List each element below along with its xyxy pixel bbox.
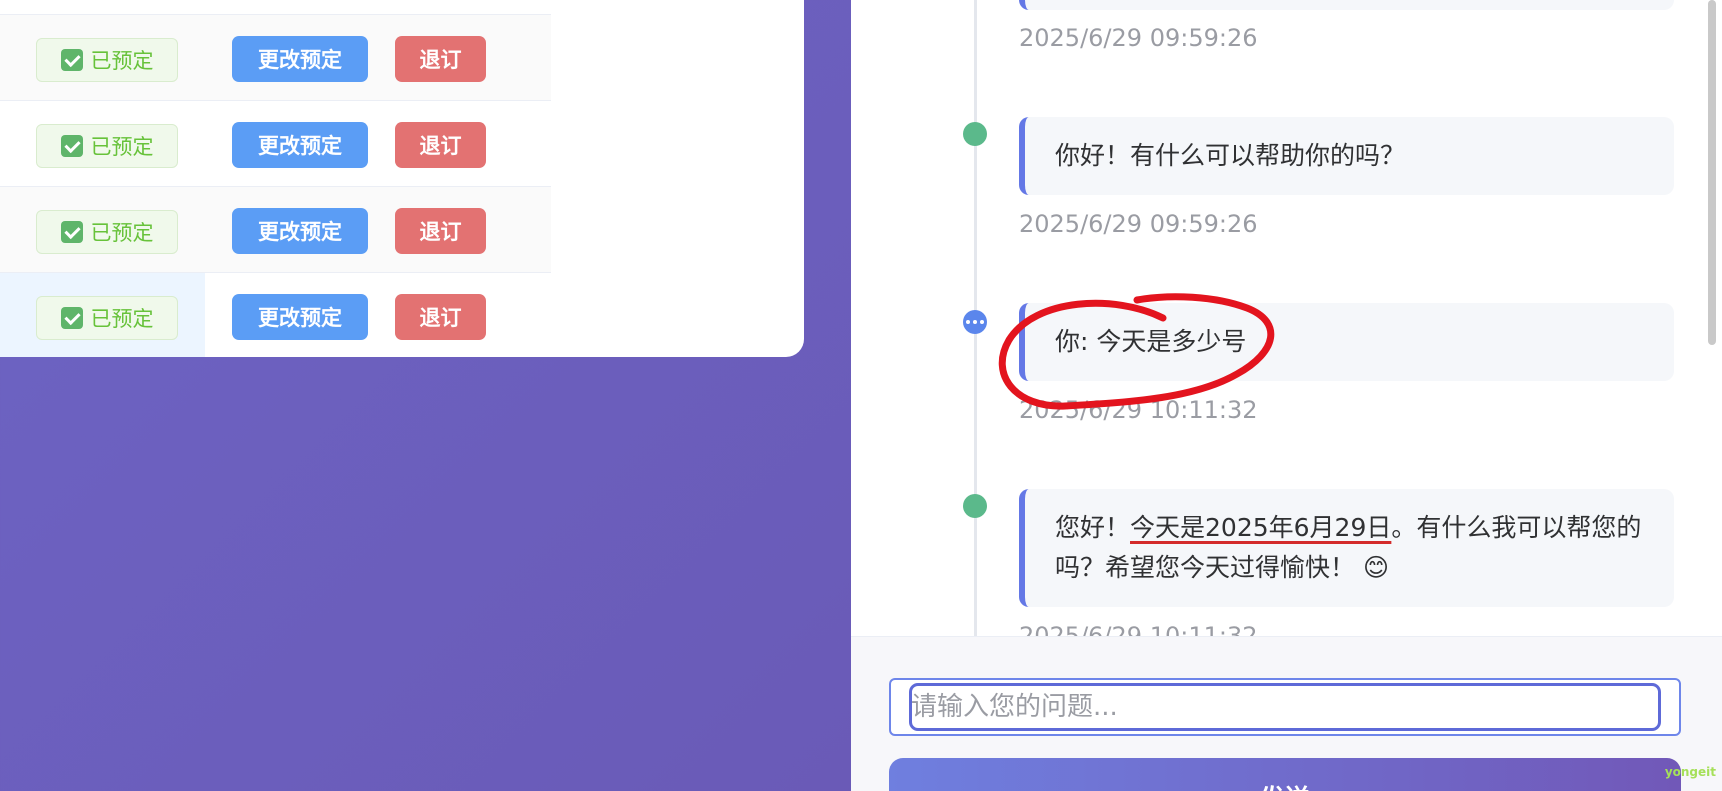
checkbox-checked-icon	[60, 135, 83, 157]
booking-table-body: 已预定 更改预定 退订 已预定 更改预定 退订 已预定 更改预定 退订 已预定	[0, 14, 551, 357]
chat-input-area: 发送	[851, 636, 1722, 791]
chat-scrollbar[interactable]	[1708, 0, 1716, 345]
message-text-prefix: 您好！	[1055, 513, 1131, 542]
message-bubble	[1019, 0, 1674, 10]
table-row: 已预定 更改预定 退订	[0, 100, 551, 186]
change-booking-button[interactable]: 更改预定	[232, 208, 368, 254]
status-badge: 已预定	[36, 210, 178, 254]
chat-input[interactable]	[889, 678, 1681, 736]
table-row: 已预定 更改预定 退订	[0, 14, 551, 100]
message-text-highlight: 今天是2025年6月29日	[1130, 513, 1392, 542]
change-booking-button[interactable]: 更改预定	[232, 122, 368, 168]
status-label: 已预定	[90, 135, 154, 159]
message-bubble: 你: 今天是多少号	[1019, 303, 1674, 381]
status-label: 已预定	[90, 307, 154, 331]
checkbox-checked-icon	[60, 49, 83, 71]
message-bubble: 你好！有什么可以帮助你的吗？	[1019, 117, 1674, 195]
message-timestamp: 2025/6/29 09:59:26	[1019, 24, 1258, 52]
change-booking-button[interactable]: 更改预定	[232, 294, 368, 340]
table-row: 已预定 更改预定 退订	[0, 186, 551, 272]
table-row: 已预定 更改预定 退订	[0, 272, 551, 357]
status-label: 已预定	[90, 221, 154, 245]
message-text: 你好！有什么可以帮助你的吗？	[1055, 141, 1406, 170]
message-bubble: 您好！今天是2025年6月29日。有什么我可以帮您的吗？希望您今天过得愉快！ 😊	[1019, 489, 1674, 607]
cancel-booking-button[interactable]: 退订	[395, 294, 486, 340]
cancel-booking-button[interactable]: 退订	[395, 122, 486, 168]
checkbox-checked-icon	[60, 307, 83, 329]
change-booking-button[interactable]: 更改预定	[232, 36, 368, 82]
message-text: 你: 今天是多少号	[1055, 327, 1247, 356]
cancel-booking-button[interactable]: 退订	[395, 36, 486, 82]
status-label: 已预定	[90, 49, 154, 73]
message-timestamp: 2025/6/29 10:11:32	[1019, 396, 1258, 424]
checkbox-checked-icon	[60, 221, 83, 243]
chat-panel: 2025/6/29 09:59:26 你好！有什么可以帮助你的吗？ 2025/6…	[851, 0, 1722, 791]
assistant-dot-icon	[963, 494, 987, 518]
status-badge: 已预定	[36, 124, 178, 168]
user-more-icon[interactable]	[963, 310, 987, 334]
send-button[interactable]: 发送	[889, 758, 1681, 791]
booking-table: 已预定 更改预定 退订 已预定 更改预定 退订 已预定 更改预定 退订 已预定	[0, 0, 804, 357]
status-badge: 已预定	[36, 296, 178, 340]
watermark: yongeit	[1664, 765, 1716, 779]
assistant-dot-icon	[963, 122, 987, 146]
status-badge: 已预定	[36, 38, 178, 82]
message-timestamp: 2025/6/29 09:59:26	[1019, 210, 1258, 238]
cancel-booking-button[interactable]: 退订	[395, 208, 486, 254]
